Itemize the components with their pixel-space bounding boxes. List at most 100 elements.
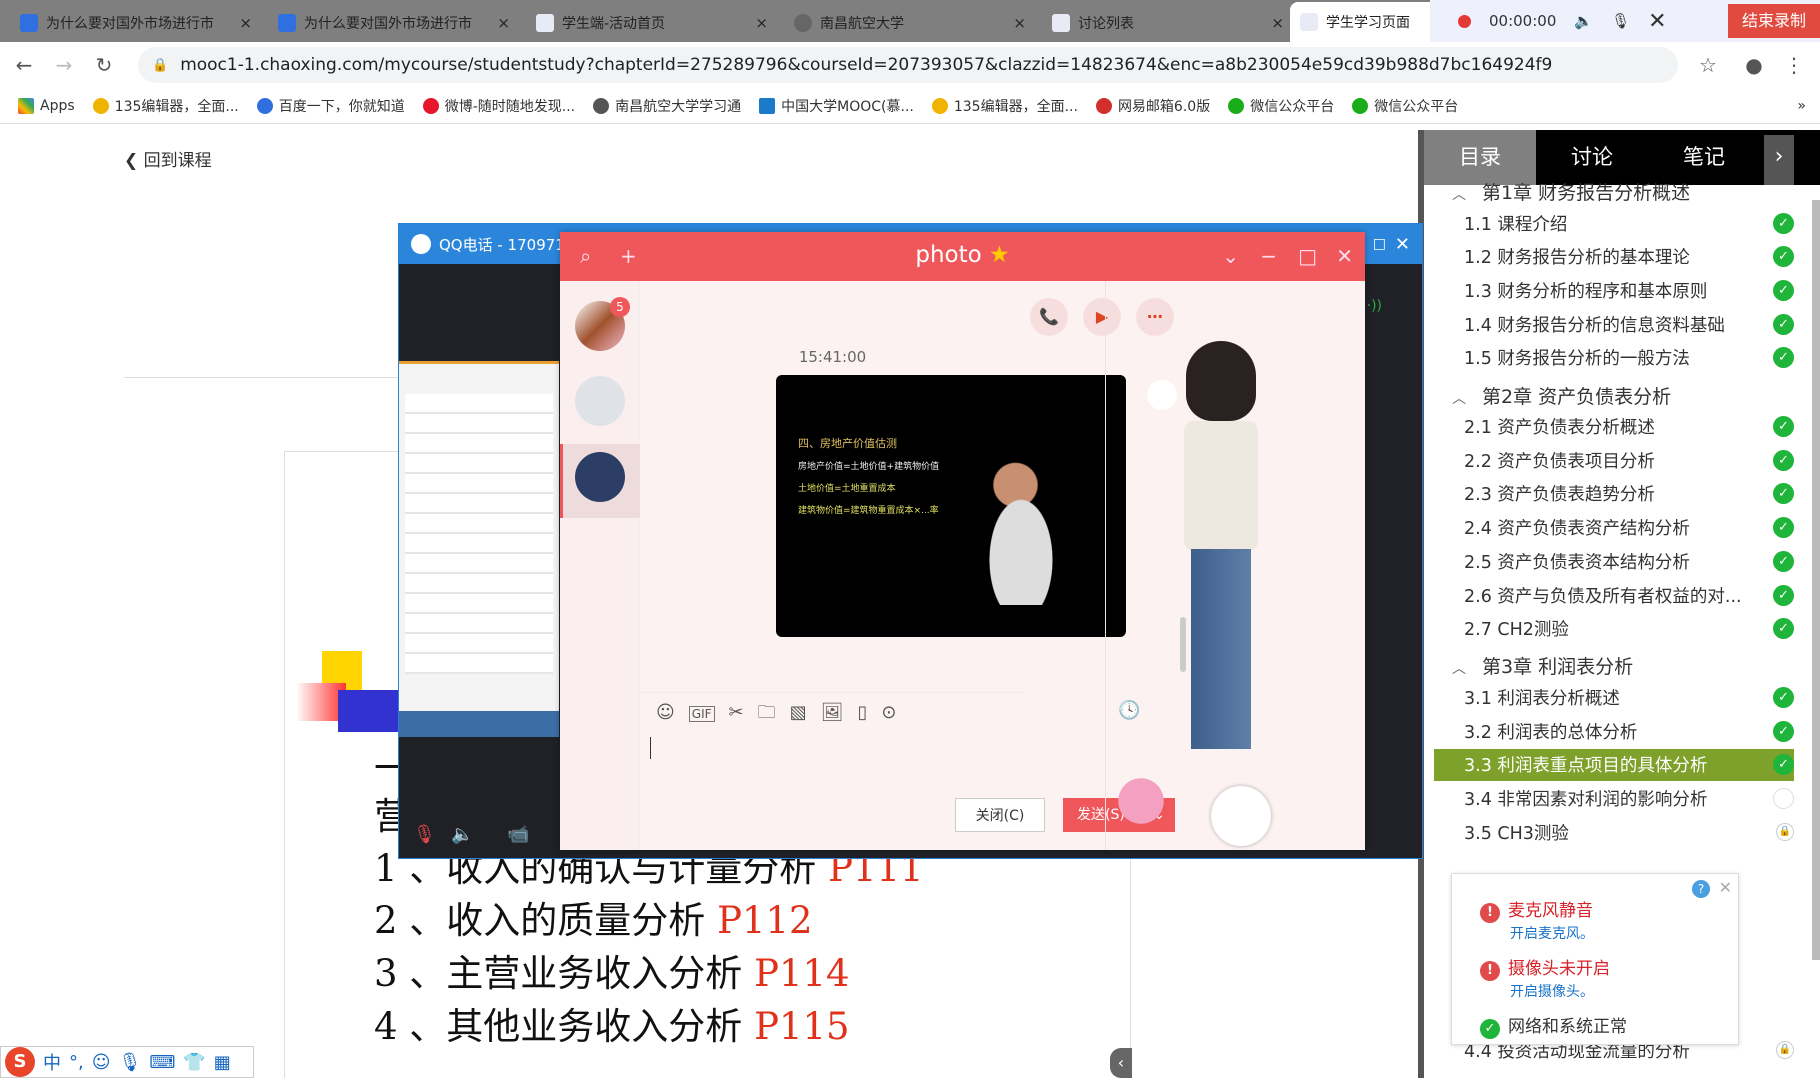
microphone-icon[interactable]: 🎙: [1611, 12, 1630, 30]
tab-discussion[interactable]: 讨论: [1536, 130, 1648, 185]
browser-tab[interactable]: 南昌航空大学 ×: [784, 4, 1036, 42]
grid-icon[interactable]: ▦: [214, 1052, 231, 1073]
toc-item[interactable]: 2.6 资产与负债及所有者权益的对... ✓: [1434, 579, 1794, 611]
toc-item[interactable]: 3.1 利润表分析概述 ✓: [1434, 681, 1794, 713]
gif-icon[interactable]: GIF: [688, 706, 715, 722]
forward-arrow-icon[interactable]: →: [48, 53, 80, 77]
toc-item[interactable]: 2.4 资产负债表资产结构分析 ✓: [1434, 512, 1794, 544]
bookmark[interactable]: 135编辑器，全面...: [931, 96, 1078, 116]
toc-item[interactable]: 2.1 资产负债表分析概述 ✓: [1434, 411, 1794, 443]
avatar[interactable]: [575, 452, 625, 502]
voice-call-icon[interactable]: 📞: [1030, 298, 1068, 336]
toc-item[interactable]: 1.5 财务报告分析的一般方法 ✓: [1434, 342, 1794, 374]
minimize-icon[interactable]: −: [1260, 244, 1277, 268]
chevron-up-icon[interactable]: ︿: [1452, 658, 1482, 678]
punctuation-icon[interactable]: °,: [69, 1052, 84, 1073]
browser-tab-active[interactable]: 学生学习页面: [1290, 2, 1440, 42]
toc-item[interactable]: 1.3 财务分析的程序和基本原则 ✓: [1434, 274, 1794, 306]
more-bookmarks[interactable]: »: [1797, 98, 1806, 114]
browser-tab[interactable]: 为什么要对国外市场进行市 ×: [268, 4, 520, 42]
toc-item[interactable]: 2.2 资产负债表项目分析 ✓: [1434, 444, 1794, 476]
toc-item[interactable]: 2.3 资产负债表趋势分析 ✓: [1434, 478, 1794, 510]
shake-icon[interactable]: ▯: [857, 702, 867, 723]
folder-icon[interactable]: 🗀: [758, 700, 776, 730]
sticker-icon[interactable]: ▧: [790, 702, 807, 723]
close-icon[interactable]: ✕: [1648, 9, 1666, 34]
chevron-right-icon[interactable]: ›: [1764, 135, 1794, 185]
sogou-ime-icon[interactable]: S: [5, 1047, 35, 1077]
camera-off-icon[interactable]: 📹: [507, 824, 529, 845]
star-icon[interactable]: ☆: [1692, 53, 1724, 77]
toc-item[interactable]: 3.2 利润表的总体分析 ✓: [1434, 715, 1794, 747]
sidebar-scrollbar[interactable]: [1812, 200, 1820, 960]
bookmark[interactable]: 南昌航空大学学习通: [593, 96, 741, 116]
enable-camera-link[interactable]: 开启摄像头。: [1510, 981, 1610, 1001]
maximize-icon[interactable]: □: [1298, 244, 1317, 268]
tab-catalog[interactable]: 目录: [1424, 130, 1536, 185]
ime-mode[interactable]: 中: [43, 1049, 61, 1075]
account-icon[interactable]: ●: [1738, 53, 1770, 77]
menu-icon[interactable]: ⋮: [1778, 53, 1810, 77]
toc-item[interactable]: 1.2 财务报告分析的基本理论 ✓: [1434, 241, 1794, 273]
shirt-icon[interactable]: 👕: [183, 1052, 205, 1073]
close-button[interactable]: 关闭(C): [955, 798, 1045, 832]
bookmark[interactable]: 微信公众平台: [1352, 96, 1458, 116]
url-input[interactable]: 🔒 mooc1-1.chaoxing.com/mycourse/studentst…: [138, 47, 1678, 83]
emoji-icon[interactable]: ☺: [656, 702, 675, 723]
bookmark[interactable]: 微博-随时随地发现...: [422, 96, 575, 116]
speaker-icon[interactable]: 🔈: [1574, 12, 1593, 30]
back-arrow-icon[interactable]: ←: [8, 53, 40, 77]
close-tab-icon[interactable]: ×: [239, 14, 252, 32]
toc-item[interactable]: 1.1 课程介绍 ✓: [1434, 207, 1794, 239]
chevron-down-icon[interactable]: ⌄: [1222, 244, 1239, 268]
bookmark[interactable]: 百度一下，你就知道: [256, 96, 405, 116]
keyboard-icon[interactable]: ⌨: [149, 1052, 175, 1073]
browser-tab[interactable]: 讨论列表 ×: [1042, 4, 1294, 42]
close-icon[interactable]: ✕: [1336, 244, 1353, 268]
close-tab-icon[interactable]: ×: [497, 14, 510, 32]
toc-item[interactable]: 3.4 非常因素对利润的影响分析: [1434, 783, 1794, 815]
close-tab-icon[interactable]: ×: [1271, 14, 1284, 32]
toc-item[interactable]: 3.3 利润表重点项目的具体分析 ✓: [1434, 748, 1794, 781]
toc-item[interactable]: 3.5 CH3测验 🔒: [1434, 816, 1794, 848]
browser-tab[interactable]: 为什么要对国外市场进行市 ×: [10, 4, 262, 42]
back-to-course-link[interactable]: ❮ 回到课程: [124, 146, 212, 171]
more-icon[interactable]: ⊙: [881, 702, 896, 723]
lock-icon: 🔒: [1776, 823, 1794, 842]
close-tab-icon[interactable]: ×: [755, 14, 768, 32]
bookmark[interactable]: 135编辑器，全面...: [92, 96, 239, 116]
toc-chapter[interactable]: ︿ 第2章 资产负债表分析: [1452, 382, 1671, 409]
close-icon[interactable]: ✕: [1719, 878, 1732, 897]
scissors-icon[interactable]: ✂: [729, 702, 744, 723]
chevron-up-icon[interactable]: ︿: [1452, 184, 1482, 204]
avatar[interactable]: [575, 376, 625, 426]
image-icon[interactable]: 🖼: [821, 702, 844, 723]
browser-tab[interactable]: 学生端-活动首页 ×: [526, 4, 778, 42]
toc-chapter[interactable]: ︿ 第3章 利润表分析: [1452, 652, 1633, 679]
end-recording-button[interactable]: 结束录制: [1727, 4, 1820, 38]
close-tab-icon[interactable]: ×: [1013, 14, 1026, 32]
enable-mic-link[interactable]: 开启麦克风。: [1510, 923, 1594, 943]
speaker-icon[interactable]: 🔈: [451, 824, 473, 845]
toc-item[interactable]: 2.7 CH2测验 ✓: [1434, 613, 1794, 645]
bookmark[interactable]: 微信公众平台: [1228, 96, 1334, 116]
help-icon[interactable]: ?: [1692, 880, 1710, 898]
mic-muted-icon[interactable]: 🎙: [413, 824, 436, 845]
toc-item[interactable]: 1.4 财务报告分析的信息资料基础 ✓: [1434, 308, 1794, 340]
bookmark[interactable]: 网易邮箱6.0版: [1095, 96, 1210, 116]
maximize-icon[interactable]: □: [1373, 236, 1386, 252]
bookmark-apps[interactable]: Apps: [18, 97, 75, 114]
microphone-icon[interactable]: 🎙: [119, 1052, 142, 1073]
mascot-figure: [1111, 761, 1171, 841]
bookmark[interactable]: 中国大学MOOC(慕...: [759, 96, 914, 116]
close-icon[interactable]: ✕: [1395, 234, 1410, 255]
tab-notes[interactable]: 笔记: [1648, 130, 1760, 185]
message-image[interactable]: 四、房地产价值估测 房地产价值=土地价值+建筑物价值 土地价值=土地重置成本 建…: [776, 375, 1126, 637]
emoji-icon[interactable]: ☺: [92, 1052, 111, 1073]
reload-icon[interactable]: ↻: [88, 53, 120, 77]
chevron-up-icon[interactable]: ︿: [1452, 388, 1482, 408]
avatar[interactable]: [1211, 786, 1271, 846]
toc-item[interactable]: 2.5 资产负债表资本结构分析 ✓: [1434, 545, 1794, 577]
toc-chapter[interactable]: ︿ 第1章 财务报告分析概述: [1452, 178, 1690, 205]
collapse-sidebar-button[interactable]: ‹: [1110, 1048, 1132, 1078]
